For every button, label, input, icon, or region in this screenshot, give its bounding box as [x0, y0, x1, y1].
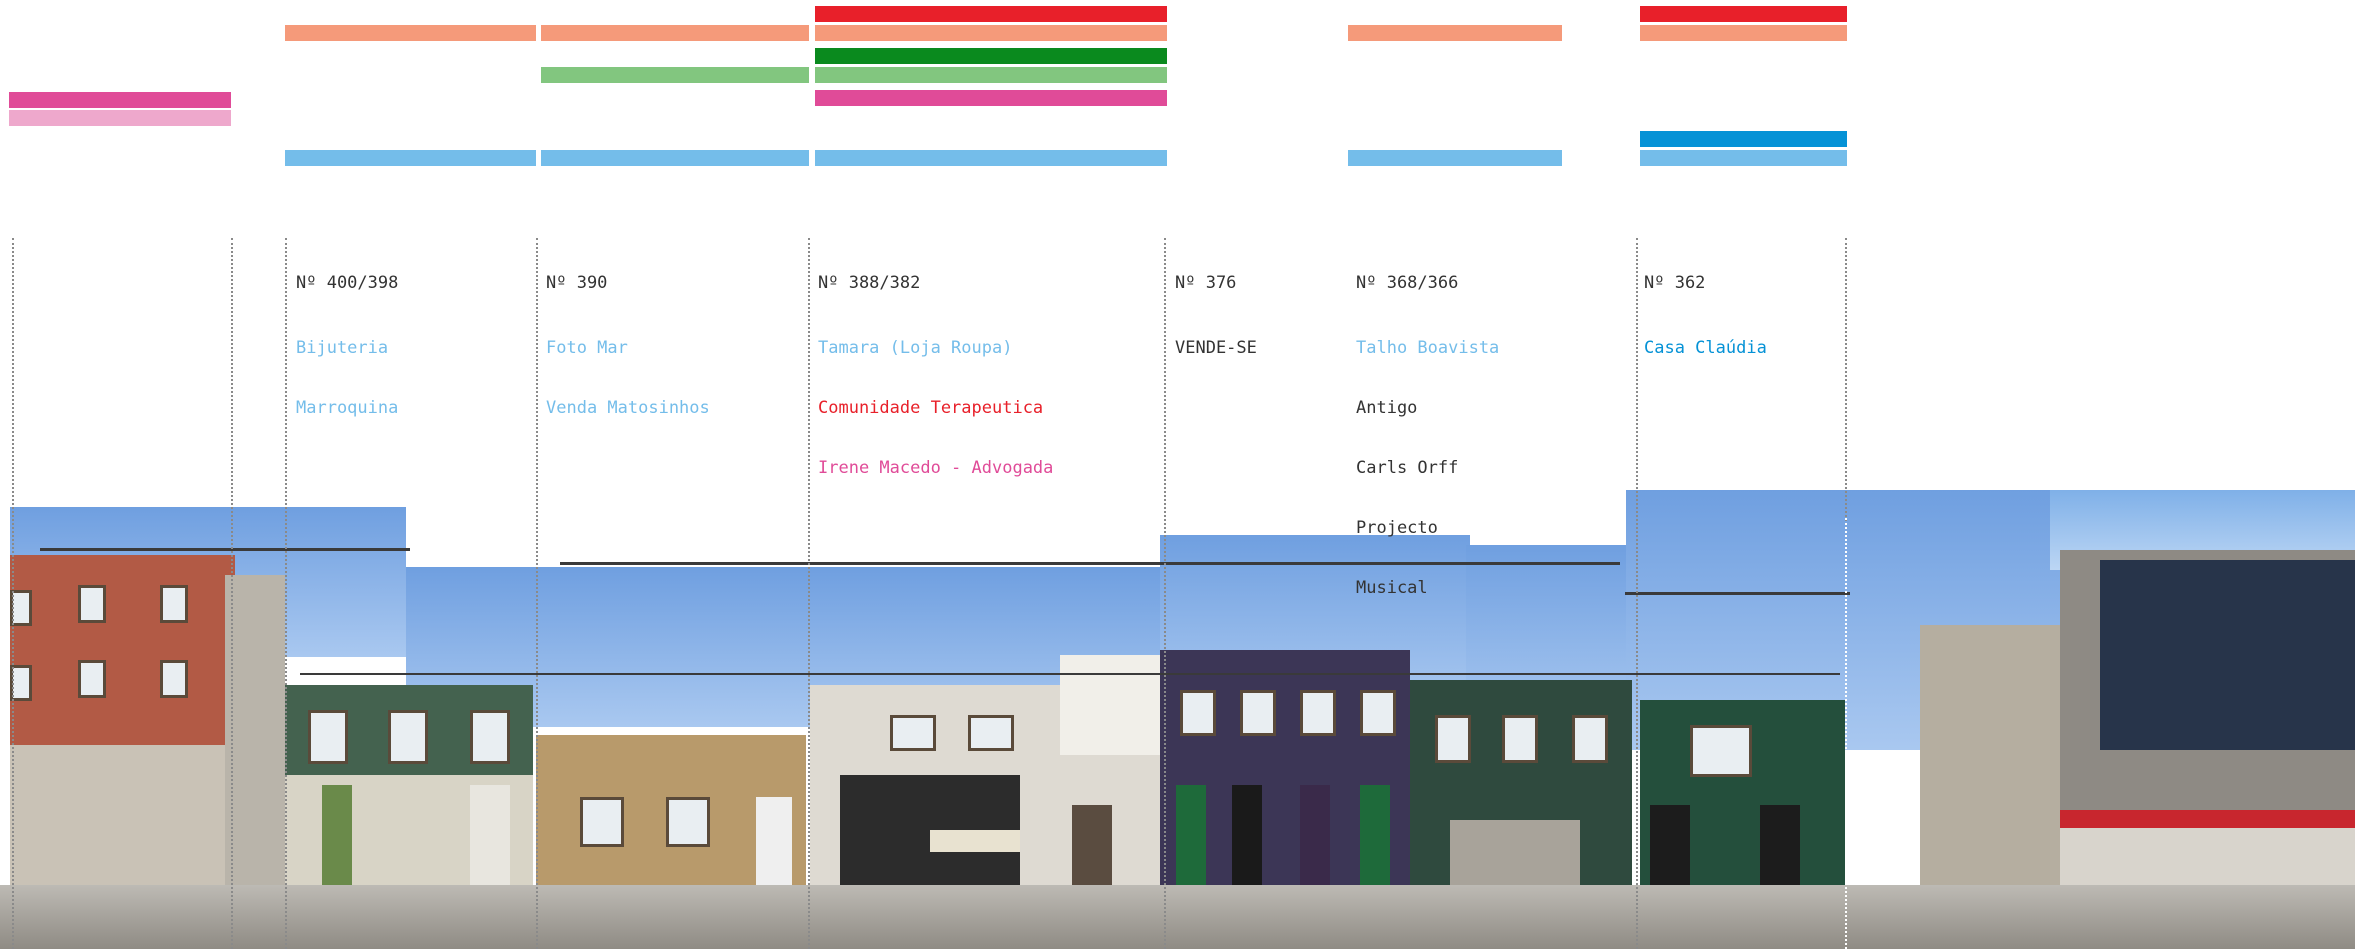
address-number: Nº 368/366: [1356, 273, 1459, 293]
business-name: Irene Macedo - Advogada: [818, 458, 1054, 478]
address-label-376: Nº 376 VENDE-SE: [1175, 233, 1257, 378]
business-name: Tamara (Loja Roupa): [818, 338, 1013, 358]
bar-light-pink: [9, 110, 231, 126]
bar-magenta: [815, 90, 1167, 106]
business-name: Bijuteria: [296, 338, 389, 358]
business-name: Marroquina: [296, 398, 399, 418]
bar-dark-green: [815, 48, 1167, 64]
bar-red: [815, 6, 1167, 22]
bar-light-green: [815, 67, 1167, 83]
bar-light-blue: [1640, 150, 1847, 166]
business-name: Musical: [1356, 578, 1428, 598]
bar-salmon: [815, 25, 1167, 41]
bar-salmon: [541, 25, 809, 41]
section-divider: [12, 238, 14, 949]
business-name: Comunidade Terapeutica: [818, 398, 1044, 418]
business-name: VENDE-SE: [1175, 338, 1257, 358]
address-label-400-398: Nº 400/398 Bijuteria Marroquina: [296, 233, 398, 438]
bar-light-blue: [285, 150, 536, 166]
section-divider: [1845, 518, 1847, 949]
bar-light-green: [541, 67, 809, 83]
section-divider: [1636, 238, 1638, 949]
business-name: Foto Mar: [546, 338, 628, 358]
address-label-390: Nº 390 Foto Mar Venda Matosinhos: [546, 233, 710, 438]
bar-magenta: [9, 92, 231, 108]
address-number: Nº 376: [1175, 273, 1237, 293]
business-name: Venda Matosinhos: [546, 398, 710, 418]
bar-light-blue: [815, 150, 1167, 166]
bar-salmon: [1348, 25, 1562, 41]
address-number: Nº 388/382: [818, 273, 921, 293]
address-label-388-382: Nº 388/382 Tamara (Loja Roupa) Comunidad…: [818, 233, 1053, 498]
address-label-362: Nº 362 Casa Claúdia: [1644, 233, 1767, 378]
section-divider: [808, 238, 810, 949]
bar-red: [1640, 6, 1847, 22]
section-divider: [1164, 238, 1166, 949]
section-divider: [231, 238, 233, 949]
bar-blue: [1640, 131, 1847, 147]
bar-salmon: [1640, 25, 1847, 41]
section-divider: [536, 238, 538, 949]
bar-light-blue: [541, 150, 809, 166]
business-name: Projecto: [1356, 518, 1438, 538]
business-name: Casa Claúdia: [1644, 338, 1767, 358]
address-number: Nº 362: [1644, 273, 1706, 293]
bar-salmon: [285, 25, 536, 41]
address-label-368-366: Nº 368/366 Talho Boavista Antigo Carls O…: [1356, 233, 1499, 618]
business-name: Antigo: [1356, 398, 1418, 418]
business-name: Carls Orff: [1356, 458, 1459, 478]
bar-light-blue: [1348, 150, 1562, 166]
address-number: Nº 400/398: [296, 273, 399, 293]
address-number: Nº 390: [546, 273, 608, 293]
business-name: Talho Boavista: [1356, 338, 1500, 358]
street-facade-panorama: [0, 485, 2355, 949]
section-divider: [285, 238, 287, 949]
